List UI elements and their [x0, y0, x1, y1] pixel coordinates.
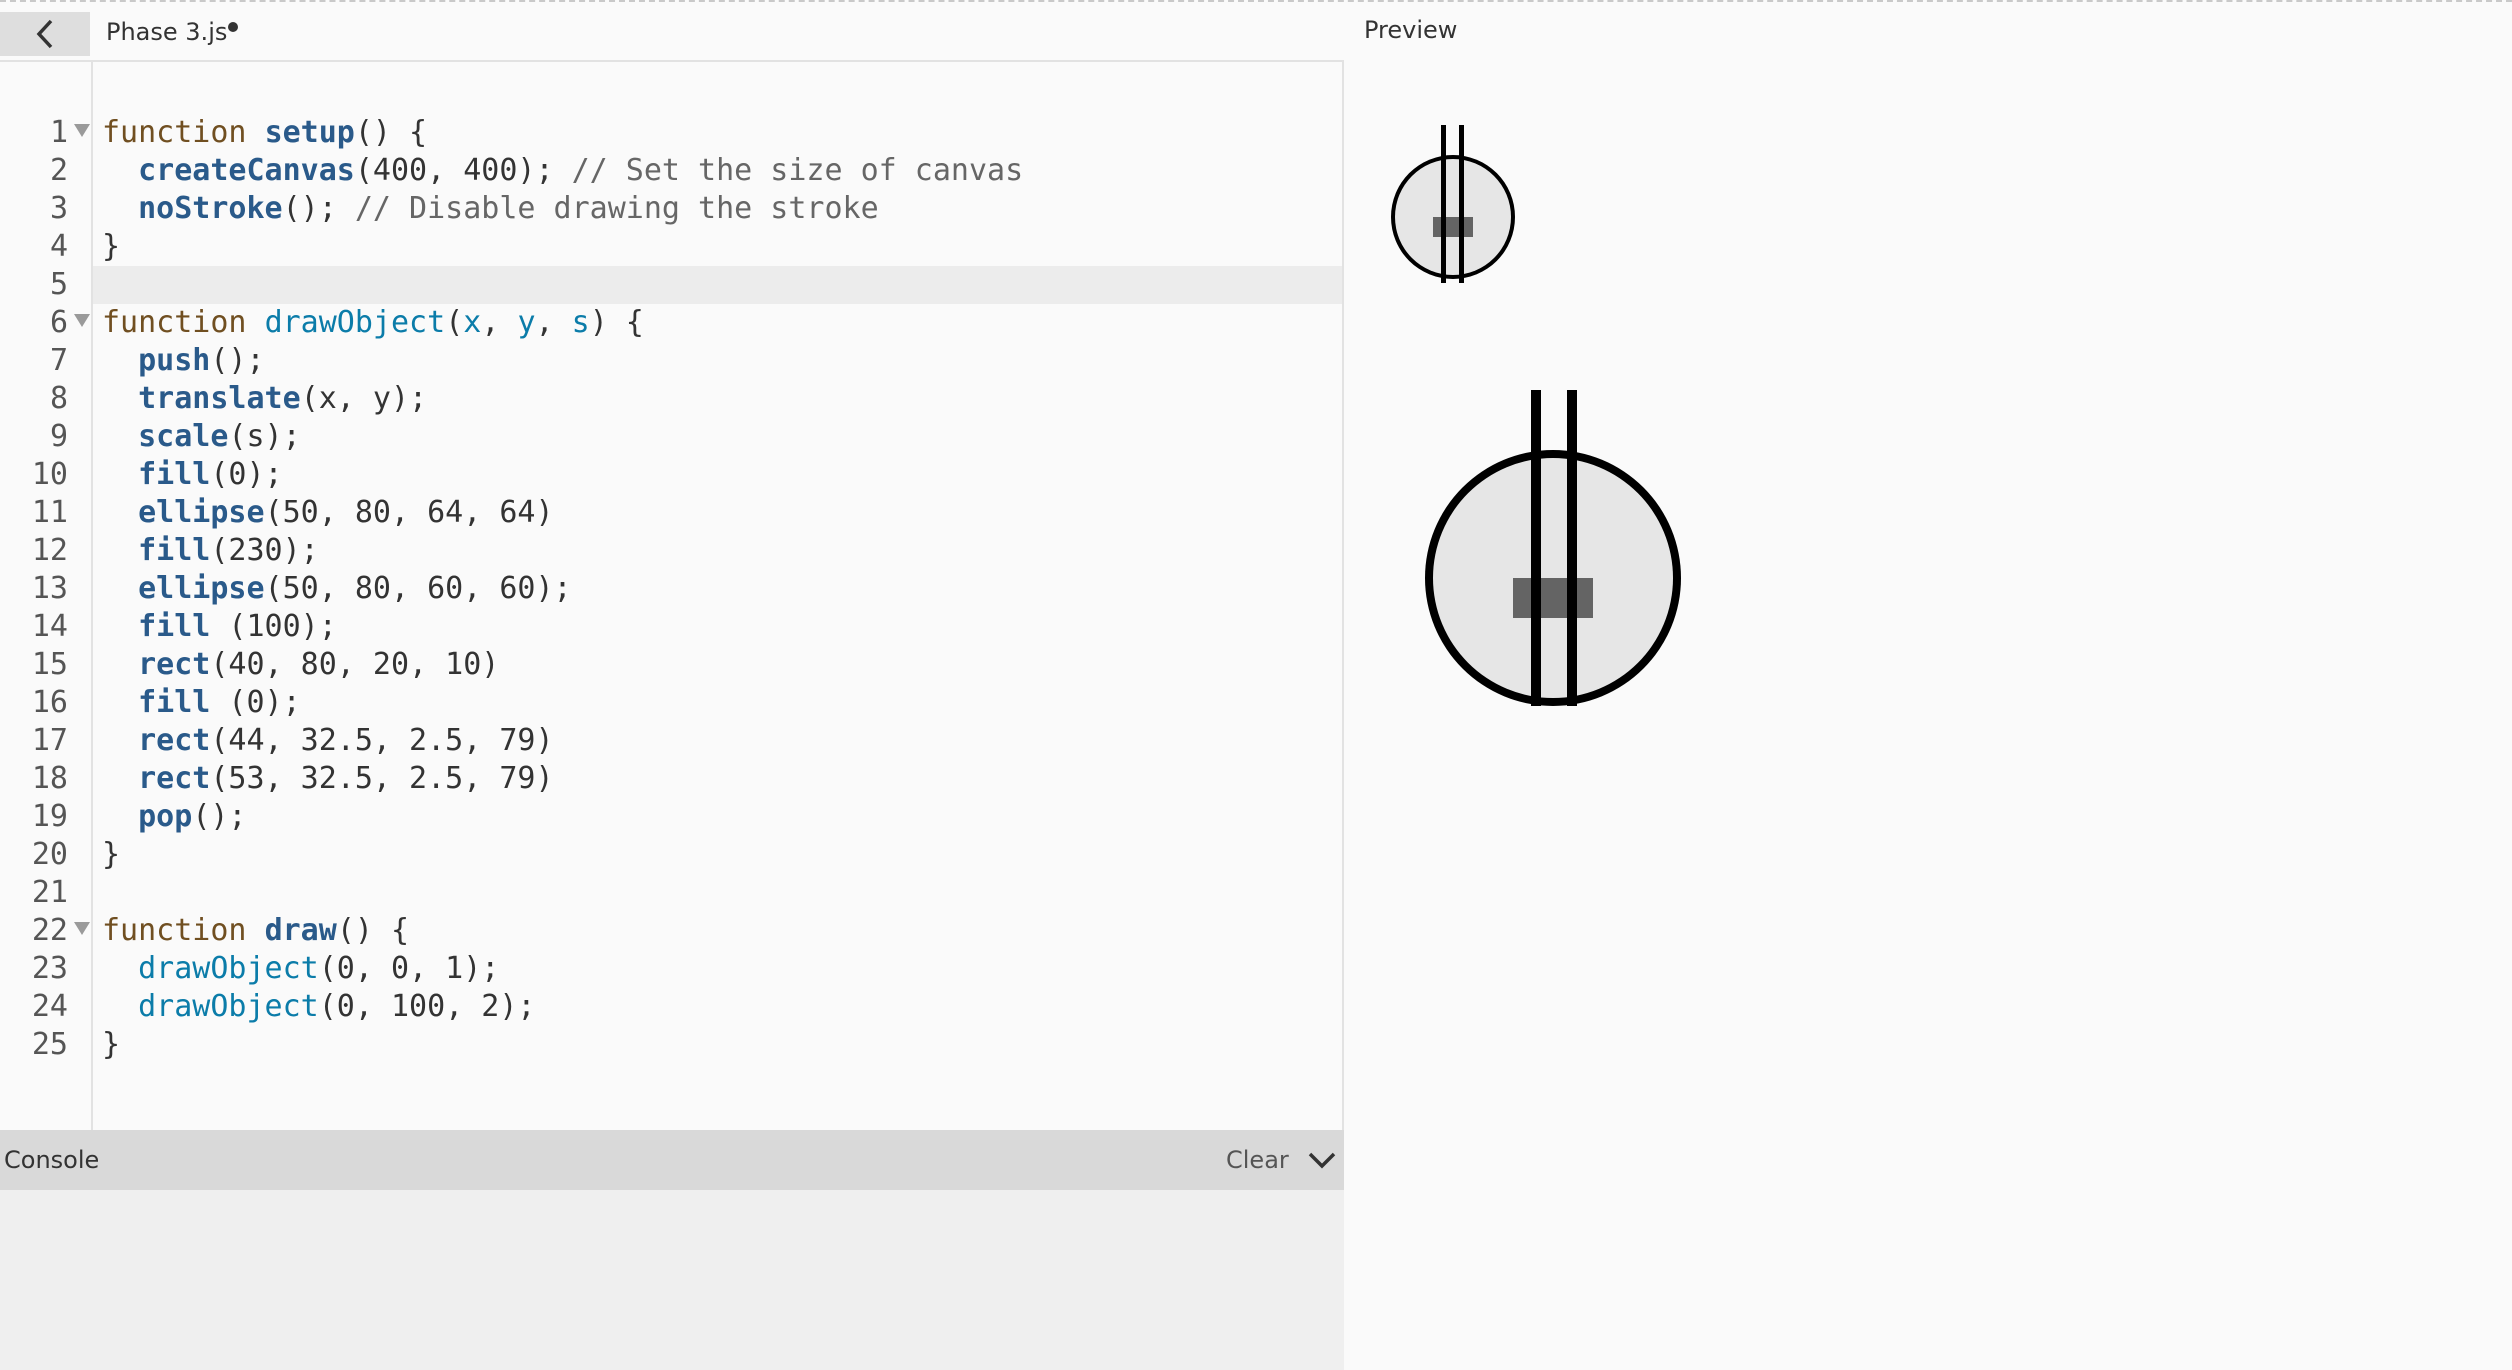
code-line: function drawObject(x, y, s) { [102, 305, 644, 340]
console-label: Console [4, 1146, 100, 1174]
line-number: 8 [49, 381, 68, 416]
code-editor[interactable]: 1 2 3 4 5 6 7 8 9 10 11 12 13 14 15 16 17 18 19 20 21 22 23 24 2… [0, 60, 1344, 1130]
line-numbers: 1 2 3 4 5 6 7 8 9 10 11 12 13 14 15 16 17 18 19 20 21 22 23 24 2… [0, 114, 90, 1064]
code-line: push(); [138, 343, 265, 378]
code-line: } [102, 837, 121, 872]
sketch-render [1391, 125, 1681, 706]
line-number: 24 [31, 989, 68, 1024]
line-number: 3 [49, 191, 68, 226]
code-line: } [102, 229, 121, 264]
file-name[interactable]: Phase 3.js [106, 18, 227, 46]
chevron-left-icon [36, 19, 53, 49]
preview-canvas [1346, 60, 2512, 1370]
code-line: drawObject(0, 0, 1); [138, 951, 500, 986]
fold-arrow-icon[interactable] [74, 922, 90, 935]
line-number: 6 [0, 304, 90, 342]
line-number: 25 [31, 1027, 68, 1062]
line-number: 10 [31, 457, 68, 492]
line-number: 21 [31, 875, 68, 910]
line-number: 12 [31, 533, 68, 568]
code-line: ellipse(50, 80, 60, 60); [138, 571, 572, 606]
line-number: 16 [31, 685, 68, 720]
code-line: } [102, 1027, 121, 1062]
line-number: 13 [31, 571, 68, 606]
console-output [0, 1190, 1344, 1370]
console-bar: Console Clear [0, 1130, 1344, 1190]
code-line: rect(40, 80, 20, 10) [138, 647, 500, 682]
code-line: function draw() { [102, 913, 410, 948]
preview-label: Preview [1364, 16, 1458, 44]
line-number: 22 [0, 912, 90, 950]
chevron-down-icon[interactable] [1304, 1146, 1340, 1174]
code-line: function setup() { [102, 115, 428, 150]
line-number: 1 [0, 114, 90, 152]
code-line: fill (100); [138, 609, 337, 644]
line-number: 9 [49, 419, 68, 454]
editor-header: Phase 3.js [0, 2, 1345, 60]
code-line: createCanvas(400, 400); // Set the size … [138, 153, 1024, 188]
code-line: pop(); [138, 799, 247, 834]
fold-arrow-icon[interactable] [74, 314, 90, 327]
clear-button[interactable]: Clear [1226, 1146, 1289, 1174]
code-line: noStroke(); // Disable drawing the strok… [138, 191, 879, 226]
code-line: fill (0); [138, 685, 301, 720]
line-number: 11 [31, 495, 68, 530]
code-content[interactable]: function setup() { createCanvas(400, 400… [102, 114, 1023, 1064]
code-line: drawObject(0, 100, 2); [138, 989, 536, 1024]
line-number: 18 [31, 761, 68, 796]
fold-arrow-icon[interactable] [74, 124, 90, 137]
code-line: scale(s); [138, 419, 301, 454]
line-number: 7 [49, 343, 68, 378]
code-line: rect(53, 32.5, 2.5, 79) [138, 761, 554, 796]
line-number: 5 [49, 267, 68, 302]
code-line: rect(44, 32.5, 2.5, 79) [138, 723, 554, 758]
unsaved-indicator [228, 22, 238, 32]
line-number: 20 [31, 837, 68, 872]
line-gutter: 1 2 3 4 5 6 7 8 9 10 11 12 13 14 15 16 17 18 19 20 21 22 23 24 2… [0, 62, 93, 1130]
line-number: 15 [31, 647, 68, 682]
object-small [1391, 125, 1515, 283]
line-number: 19 [31, 799, 68, 834]
code-line: translate(x, y); [138, 381, 428, 416]
code-line: fill(230); [138, 533, 319, 568]
code-line: fill(0); [138, 457, 283, 492]
object-large [1425, 390, 1681, 706]
line-number: 17 [31, 723, 68, 758]
code-line: ellipse(50, 80, 64, 64) [138, 495, 554, 530]
line-number: 4 [49, 229, 68, 264]
line-number: 2 [49, 153, 68, 188]
back-button[interactable] [0, 12, 90, 56]
line-number: 23 [31, 951, 68, 986]
line-number: 14 [31, 609, 68, 644]
